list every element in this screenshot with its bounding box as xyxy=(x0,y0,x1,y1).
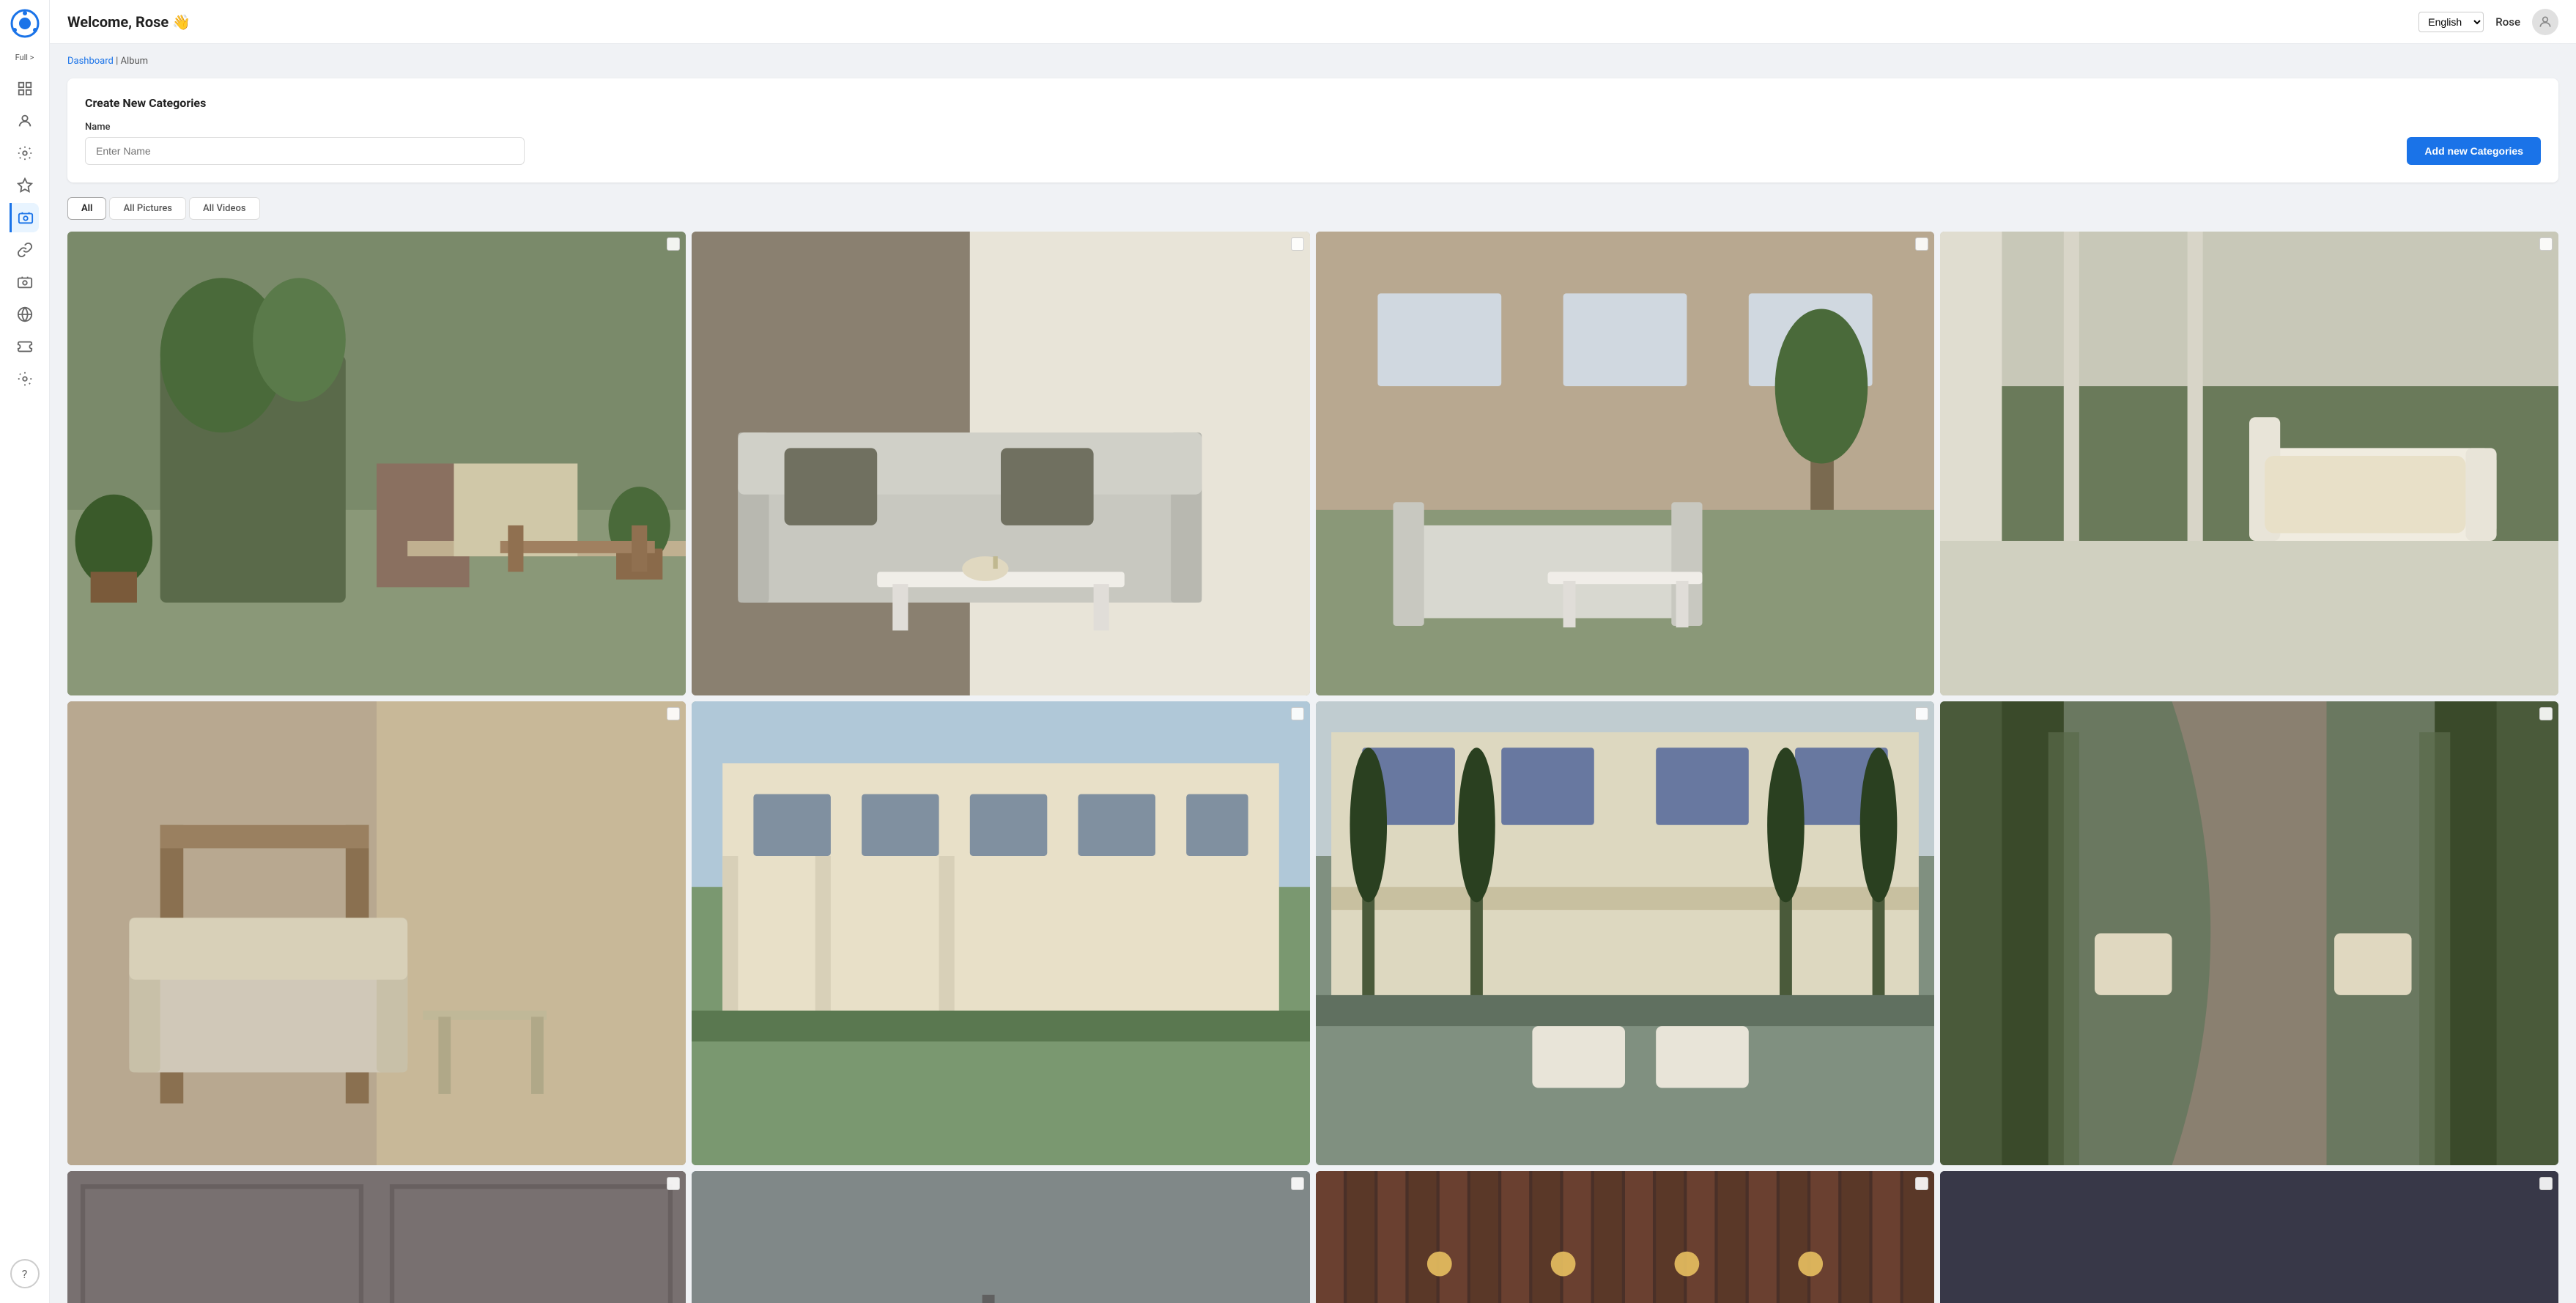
page-title: Welcome, Rose 👋 xyxy=(67,13,190,31)
image-checkbox-6[interactable] xyxy=(1291,707,1304,720)
image-item-6[interactable] xyxy=(692,701,1310,1165)
sidebar-item-links[interactable] xyxy=(10,235,40,265)
image-item-2[interactable] xyxy=(692,232,1310,695)
language-selector[interactable]: English Dutch French German xyxy=(2418,12,2484,32)
sidebar-item-album[interactable] xyxy=(10,203,39,232)
image-item-5[interactable] xyxy=(67,701,686,1165)
image-checkbox-5[interactable] xyxy=(667,707,680,720)
image-checkbox-11[interactable] xyxy=(1915,1177,1928,1190)
add-categories-button[interactable]: Add new Categories xyxy=(2407,137,2541,165)
main-area: Welcome, Rose 👋 English Dutch French Ger… xyxy=(50,0,2576,1303)
page-content: Dashboard | Album Create New Categories … xyxy=(50,44,2576,1303)
user-avatar[interactable] xyxy=(2532,9,2558,35)
sidebar-item-tickets[interactable] xyxy=(10,332,40,361)
top-header: Welcome, Rose 👋 English Dutch French Ger… xyxy=(50,0,2576,44)
image-item-11[interactable] xyxy=(1316,1171,1934,1303)
image-item-3[interactable] xyxy=(1316,232,1934,695)
help-button[interactable]: ? xyxy=(10,1259,40,1288)
image-checkbox-2[interactable] xyxy=(1291,237,1304,251)
image-grid xyxy=(67,232,2558,1303)
tab-all-videos[interactable]: All Videos xyxy=(189,197,260,220)
name-input[interactable] xyxy=(85,137,525,165)
sidebar-item-users[interactable] xyxy=(10,106,40,136)
sidebar-item-settings[interactable] xyxy=(10,139,40,168)
image-checkbox-8[interactable] xyxy=(2539,707,2553,720)
breadcrumb-current: Album xyxy=(121,56,149,67)
image-item-12[interactable] xyxy=(1940,1171,2558,1303)
breadcrumb-dashboard-link[interactable]: Dashboard xyxy=(67,56,114,67)
create-categories-card: Create New Categories Name Add new Categ… xyxy=(67,78,2558,182)
image-checkbox-9[interactable] xyxy=(667,1177,680,1190)
create-categories-form: Name Add new Categories xyxy=(85,122,2541,165)
sidebar-item-favorites[interactable] xyxy=(10,171,40,200)
image-item-1[interactable] xyxy=(67,232,686,695)
image-item-9[interactable] xyxy=(67,1171,686,1303)
tab-all[interactable]: All xyxy=(67,197,106,220)
header-right: English Dutch French German Rose xyxy=(2418,9,2558,35)
tab-all-pictures[interactable]: All Pictures xyxy=(109,197,186,220)
image-item-7[interactable] xyxy=(1316,701,1934,1165)
image-checkbox-4[interactable] xyxy=(2539,237,2553,251)
sidebar-item-config[interactable] xyxy=(10,364,40,394)
image-checkbox-3[interactable] xyxy=(1915,237,1928,251)
sidebar-collapse-button[interactable]: Full > xyxy=(10,50,40,65)
user-name-label: Rose xyxy=(2495,15,2520,29)
image-checkbox-7[interactable] xyxy=(1915,707,1928,720)
image-checkbox-10[interactable] xyxy=(1291,1177,1304,1190)
name-form-group: Name xyxy=(85,122,2395,165)
image-item-8[interactable] xyxy=(1940,701,2558,1165)
image-checkbox-1[interactable] xyxy=(667,237,680,251)
app-logo[interactable] xyxy=(10,9,40,38)
image-item-4[interactable] xyxy=(1940,232,2558,695)
breadcrumb: Dashboard | Album xyxy=(67,56,2558,67)
name-label: Name xyxy=(85,122,2395,133)
sidebar-item-media[interactable] xyxy=(10,267,40,297)
sidebar-item-dashboard[interactable] xyxy=(10,74,40,103)
image-checkbox-12[interactable] xyxy=(2539,1177,2553,1190)
sidebar-item-global[interactable] xyxy=(10,300,40,329)
sidebar: Full > xyxy=(0,0,50,1303)
filter-tabs: All All Pictures All Videos xyxy=(67,197,2558,220)
image-item-10[interactable] xyxy=(692,1171,1310,1303)
create-categories-title: Create New Categories xyxy=(85,96,2541,110)
